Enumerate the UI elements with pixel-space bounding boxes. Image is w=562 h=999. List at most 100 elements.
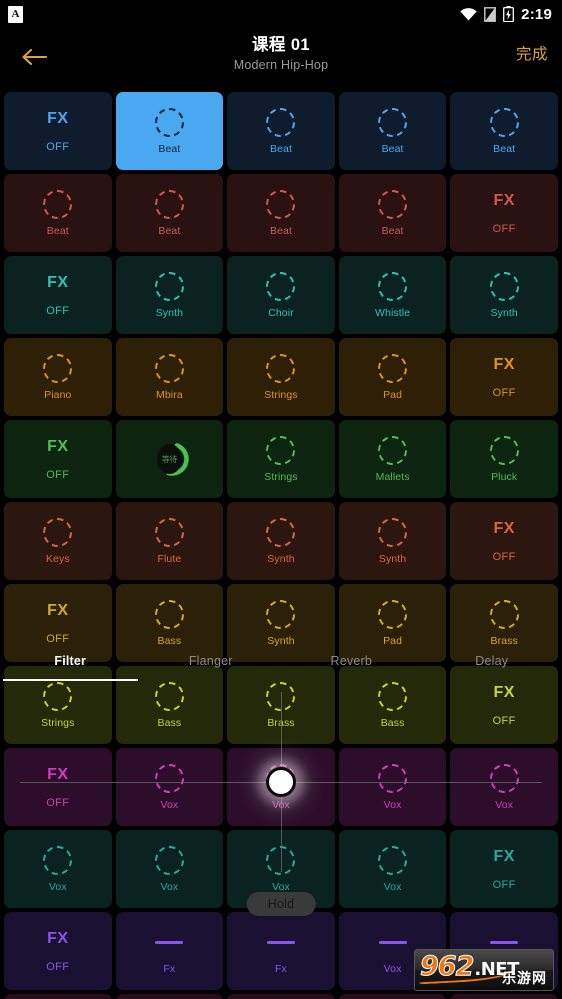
- tab-reverb[interactable]: Reverb: [281, 645, 422, 681]
- loading-pad[interactable]: 等待: [115, 420, 224, 498]
- tab-label: Delay: [475, 654, 509, 668]
- ring-pad[interactable]: Whistle: [338, 256, 447, 334]
- fx-pad-state: OFF: [492, 550, 516, 563]
- pad-row: FX OFF Beat Beat Beat Beat: [0, 92, 562, 170]
- bar-pad[interactable]: Fx: [4, 994, 112, 999]
- dashed-ring-icon: [42, 517, 73, 548]
- fx-pad-title: FX: [47, 273, 69, 291]
- tab-label: Filter: [54, 654, 87, 668]
- dashed-ring-icon: [377, 517, 408, 548]
- pad-label: Mallets: [375, 471, 410, 483]
- fx-pad[interactable]: FXOFF: [4, 92, 112, 170]
- ring-pad[interactable]: Beat: [227, 174, 335, 252]
- tab-label: Reverb: [330, 654, 372, 668]
- dashed-ring-icon: [377, 599, 408, 630]
- bar-icon: [377, 927, 408, 958]
- app-notification-icon: A: [8, 5, 23, 23]
- pad-label: Choir: [268, 307, 294, 319]
- dashed-ring-icon: [377, 353, 408, 384]
- fx-pad-title: FX: [47, 929, 69, 947]
- ring-pad[interactable]: Mallets: [338, 420, 447, 498]
- bar-pad[interactable]: Fx: [115, 912, 224, 990]
- tab-delay[interactable]: Delay: [422, 645, 562, 681]
- ring-pad[interactable]: Beat: [338, 92, 447, 170]
- dashed-ring-icon: [489, 107, 520, 138]
- dashed-ring-icon: [265, 435, 296, 466]
- ring-pad[interactable]: Synth: [338, 502, 447, 580]
- pad-label: Beat: [269, 143, 292, 155]
- ring-pad[interactable]: Keys: [4, 502, 112, 580]
- loading-spinner-icon: 等待: [154, 442, 189, 476]
- dashed-ring-icon: [489, 435, 520, 466]
- fx-pad-state: OFF: [46, 468, 70, 481]
- pad-row: FX OFF Synth Choir Whistle Synth: [0, 256, 562, 334]
- fx-pad-state: OFF: [492, 386, 516, 399]
- battery-charging-icon: [503, 6, 515, 22]
- ring-pad[interactable]: Beat: [450, 92, 558, 170]
- pad-row: Keys Flute Synth Synth FX OFF: [0, 502, 562, 580]
- dashed-ring-icon: [265, 189, 296, 220]
- pad-label: Synth: [267, 553, 295, 565]
- bar-pad[interactable]: Vox: [227, 994, 335, 999]
- dashed-ring-icon: [154, 271, 185, 302]
- ring-pad[interactable]: Beat: [115, 174, 224, 252]
- watermark-chinese: 乐游网: [502, 970, 547, 986]
- pad-row: FxFxVoxVoxFXOFF: [0, 994, 562, 999]
- pad-label: Beat: [158, 143, 181, 155]
- ring-pad[interactable]: Beat: [227, 92, 335, 170]
- fx-pad[interactable]: FX OFF: [4, 256, 112, 334]
- done-button[interactable]: 完成: [516, 42, 548, 64]
- tab-flanger[interactable]: Flanger: [141, 645, 282, 681]
- ring-pad[interactable]: Flute: [115, 502, 224, 580]
- xy-pad[interactable]: [0, 690, 562, 890]
- bar-pad[interactable]: Fx: [227, 912, 335, 990]
- pad-label: Beat: [493, 143, 516, 155]
- fx-pad[interactable]: FXOFF: [450, 502, 558, 580]
- ring-pad-active[interactable]: Beat: [115, 92, 224, 170]
- ring-pad[interactable]: Strings: [227, 420, 335, 498]
- site-watermark: 962 .NET 乐游网: [414, 949, 554, 991]
- fx-pad-state: OFF: [46, 632, 70, 645]
- bar-pad[interactable]: Vox: [338, 994, 447, 999]
- fx-pad-state: OFF: [492, 222, 516, 235]
- dashed-ring-icon: [265, 107, 296, 138]
- bar-icon: [265, 927, 296, 958]
- pad-label: Synth: [155, 307, 184, 319]
- pad-label: Flute: [157, 553, 182, 565]
- ring-pad[interactable]: Strings: [227, 338, 335, 416]
- ring-pad[interactable]: Mbira: [115, 338, 224, 416]
- ring-pad[interactable]: Pluck: [450, 420, 558, 498]
- fx-pad[interactable]: FXOFF: [4, 420, 112, 498]
- ring-pad[interactable]: Synth: [227, 502, 335, 580]
- tab-label: Flanger: [188, 654, 233, 668]
- pad-label: Fx: [275, 963, 287, 975]
- dashed-ring-icon: [42, 353, 73, 384]
- fx-pad[interactable]: FXOFF: [450, 994, 558, 999]
- ring-pad[interactable]: Beat: [4, 174, 112, 252]
- fx-pad[interactable]: FXOFF: [450, 174, 558, 252]
- pad-label: Synth: [378, 553, 407, 565]
- dashed-ring-icon: [154, 517, 185, 548]
- ring-pad[interactable]: Beat: [338, 174, 447, 252]
- fx-pad[interactable]: FXOFF: [450, 338, 558, 416]
- dashed-ring-icon: [377, 435, 408, 466]
- bar-icon: [154, 927, 185, 958]
- ring-pad[interactable]: Piano: [4, 338, 112, 416]
- ring-pad[interactable]: Pad: [338, 338, 447, 416]
- xy-pad-handle[interactable]: [266, 767, 296, 797]
- tab-filter[interactable]: Filter: [0, 645, 141, 681]
- ring-pad[interactable]: Choir: [227, 256, 335, 334]
- wifi-icon: [460, 7, 477, 21]
- ring-pad[interactable]: Synth: [115, 256, 224, 334]
- bar-pad[interactable]: Fx: [115, 994, 224, 999]
- app-header: 课程 01 Modern Hip-Hop 完成: [0, 28, 562, 86]
- pad-label: Vox: [383, 963, 402, 975]
- pad-row: Piano Mbira Strings Pad FX OFF: [0, 338, 562, 416]
- pad-label: Strings: [264, 389, 298, 401]
- ring-pad[interactable]: Synth: [450, 256, 558, 334]
- fx-pad-state: OFF: [46, 304, 70, 317]
- page-subtitle: Modern Hip-Hop: [233, 58, 329, 72]
- fx-pad[interactable]: FXOFF: [4, 912, 112, 990]
- hold-button[interactable]: Hold: [246, 892, 316, 916]
- status-bar-clock: 2:19: [521, 5, 552, 23]
